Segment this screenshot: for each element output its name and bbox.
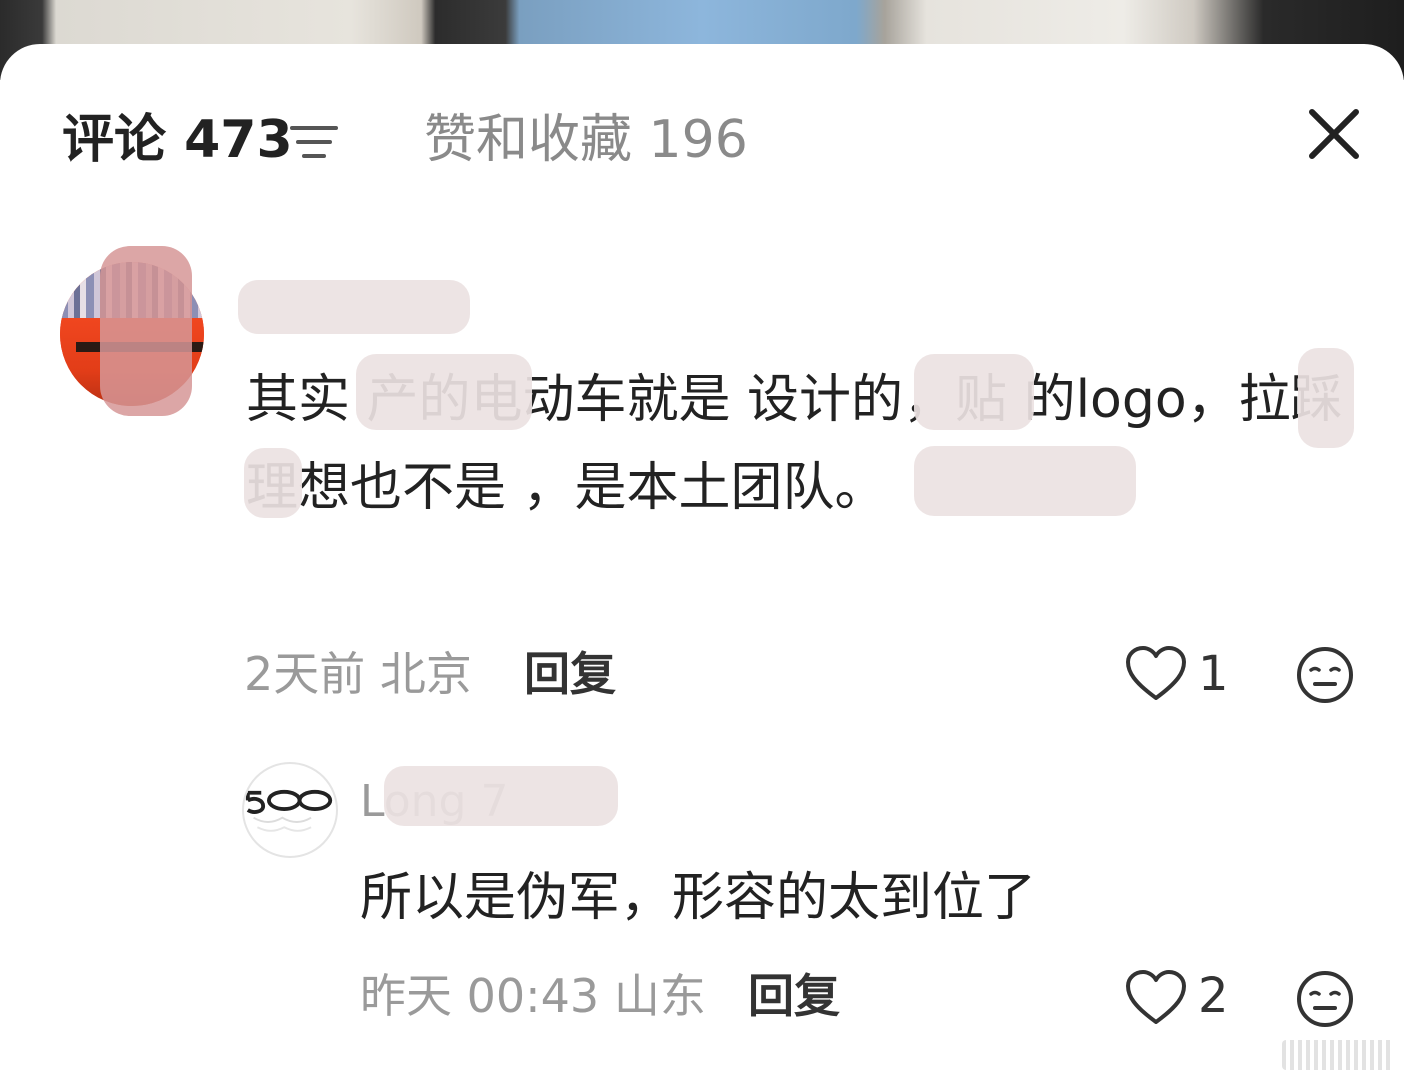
privacy-mosaic (914, 354, 1034, 430)
watermark (1282, 1040, 1394, 1070)
comment-time: 昨天 00:43 (360, 969, 600, 1023)
avatar[interactable] (242, 762, 338, 858)
meh-face-icon[interactable] (1296, 646, 1354, 704)
sort-lines-icon[interactable] (290, 122, 338, 162)
privacy-mosaic (356, 354, 532, 430)
comment-time: 2天前 (244, 647, 366, 701)
tab-likes-favorites[interactable]: 赞和收藏 196 (424, 108, 748, 172)
privacy-mosaic (244, 448, 302, 518)
privacy-mosaic (1298, 348, 1354, 448)
fiat-500-logo-icon (245, 789, 333, 832)
heart-outline-icon[interactable] (1126, 646, 1186, 702)
heart-outline-icon[interactable] (1126, 970, 1186, 1026)
reply-button[interactable]: 回复 (748, 966, 840, 1026)
tab-comments[interactable]: 评论 473 (62, 108, 293, 172)
like-count: 2 (1198, 968, 1229, 1024)
meh-face-icon[interactable] (1296, 970, 1354, 1028)
comment-sheet (0, 44, 1404, 1088)
reply-button[interactable]: 回复 (524, 644, 616, 704)
privacy-mosaic (384, 766, 618, 826)
comment-meta: 2天前 北京 (244, 644, 472, 704)
like-count: 1 (1198, 646, 1229, 702)
comment-location: 北京 (379, 647, 472, 701)
privacy-mosaic (914, 446, 1136, 516)
comment-location: 山东 (613, 969, 706, 1023)
privacy-mosaic (100, 246, 192, 416)
comment-text: 所以是伪军，形容的太到位了 (360, 868, 1037, 928)
comment-meta: 昨天 00:43 山东 (360, 966, 706, 1026)
close-icon[interactable] (1306, 106, 1362, 162)
comments-screen: 评论 473 赞和收藏 196 其实 产的电动车就是 设计的，贴 的logo，拉… (0, 0, 1404, 1088)
privacy-mosaic (238, 280, 470, 334)
